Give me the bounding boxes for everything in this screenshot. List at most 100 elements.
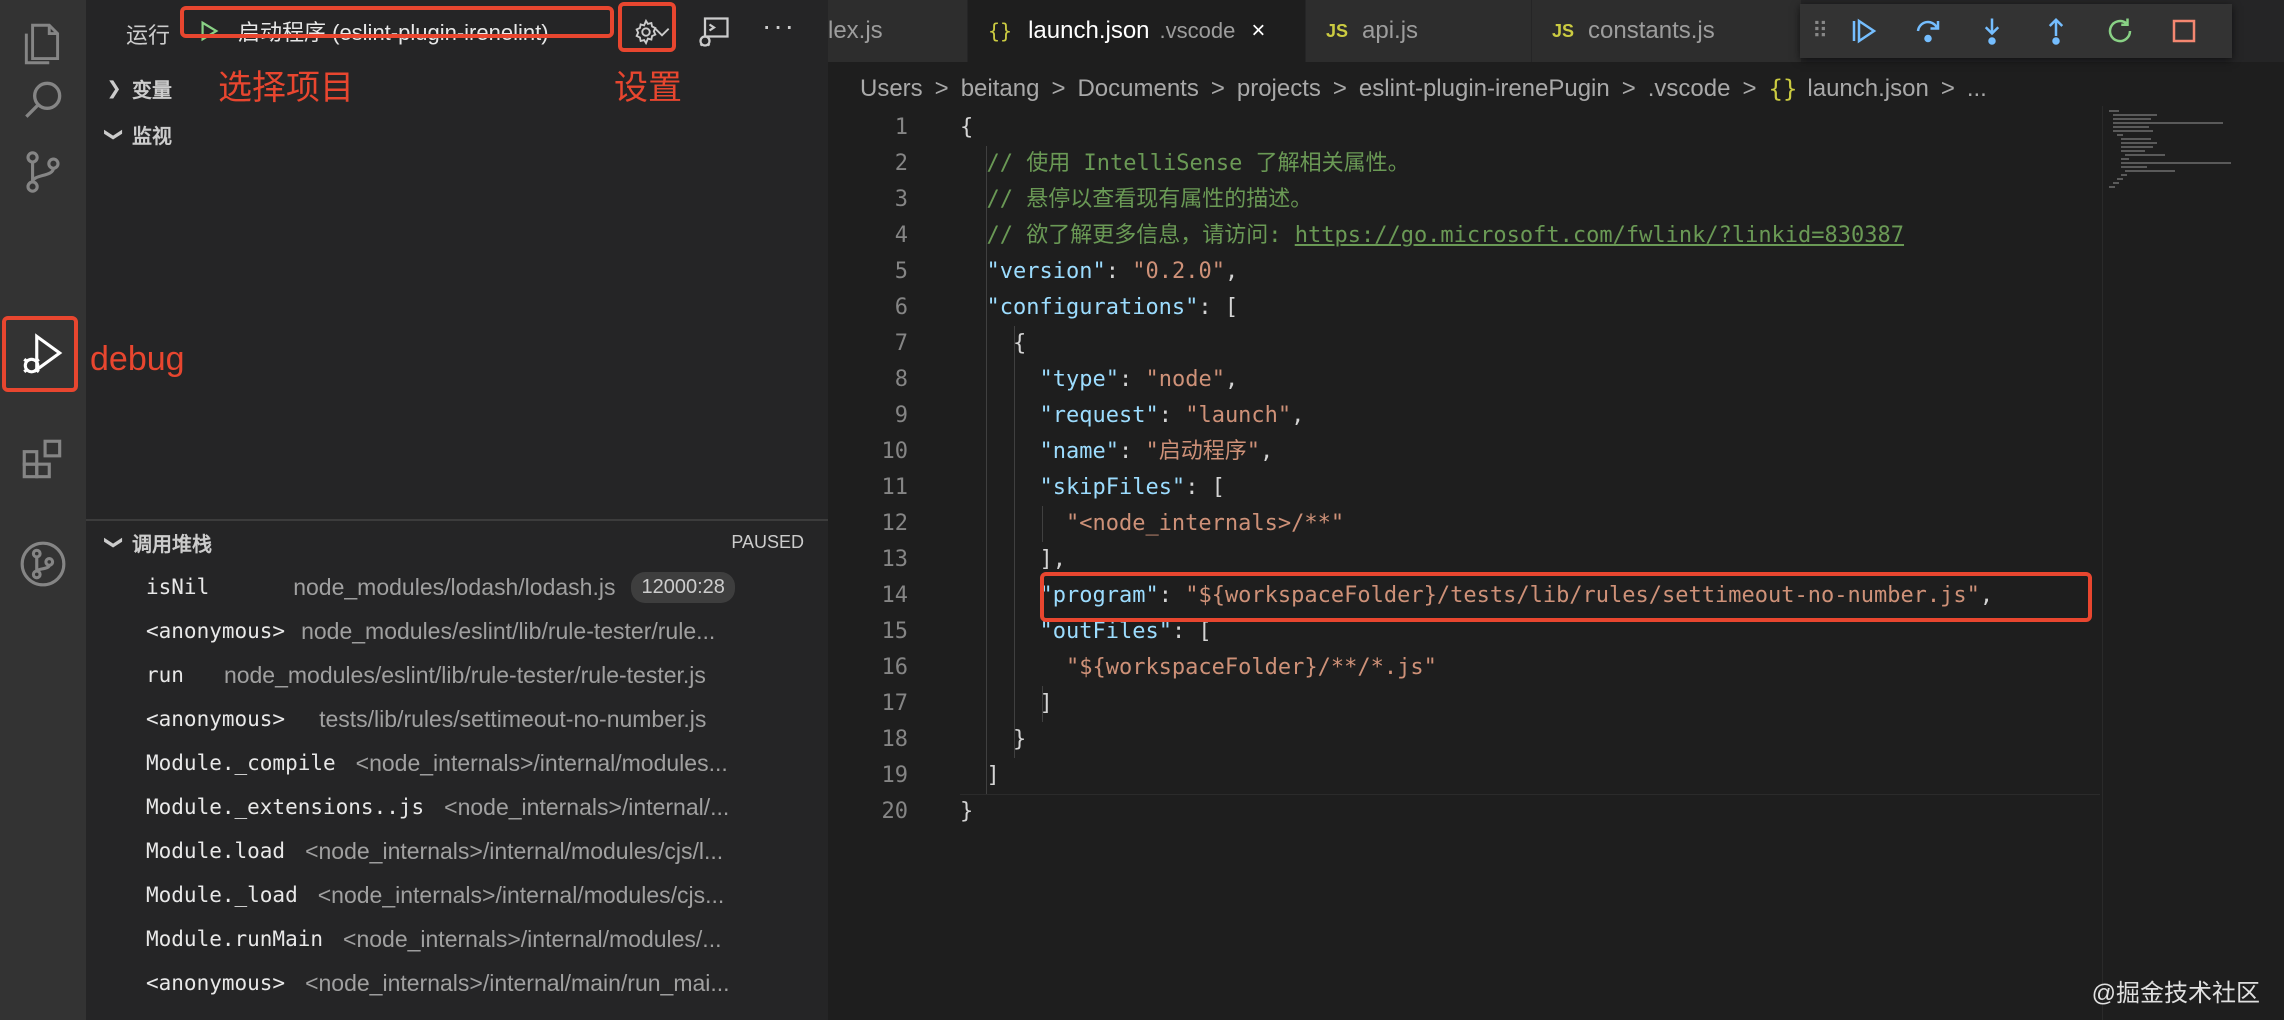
drag-handle-icon[interactable]: ⠿: [1812, 18, 1832, 44]
stack-frame[interactable]: Module._load <node_internals>/internal/mo…: [86, 873, 828, 917]
step-into-button[interactable]: [1960, 9, 2024, 53]
line-number: 13: [881, 547, 909, 572]
step-over-button[interactable]: [1896, 9, 1960, 53]
line-number: 4: [894, 223, 908, 248]
stack-frame[interactable]: Module.load <node_internals>/internal/mod…: [86, 829, 828, 873]
minimap[interactable]: [2102, 106, 2232, 1020]
code-line[interactable]: 6 "configurations": [: [828, 290, 2108, 326]
code-link[interactable]: https://go.microsoft.com/fwlink/?linkid=…: [1295, 223, 1904, 248]
code-line[interactable]: 19 ]: [828, 758, 2108, 794]
stack-frame[interactable]: Module._extensions..js <node_internals>/i…: [86, 785, 828, 829]
program-line-highlight: [1040, 572, 2092, 622]
watch-section-header[interactable]: ❯ 监视: [86, 114, 828, 154]
code-line[interactable]: 5 "version": "0.2.0",: [828, 254, 2108, 290]
code-text: "skipFiles": [: [960, 470, 1224, 506]
call-stack-section-header[interactable]: ❯ 调用堆栈 PAUSED: [86, 522, 828, 562]
code-token: "launch": [1185, 403, 1292, 428]
line-number: 2: [894, 151, 908, 176]
tab-label: constants.js: [1588, 17, 1715, 44]
stack-frame[interactable]: run node_modules/eslint/lib/rule-tester/r…: [86, 653, 828, 697]
stack-frame[interactable]: <anonymous> tests/lib/rules/settimeout-no…: [86, 697, 828, 741]
code-token: "skipFiles": [1039, 475, 1186, 500]
code-line[interactable]: 3 // 悬停以查看现有属性的描述。: [828, 182, 2108, 218]
stack-frame[interactable]: isNil node_modules/lodash/lodash.js 12000:…: [86, 565, 828, 609]
stack-frame[interactable]: Module._compile <node_internals>/internal…: [86, 741, 828, 785]
variables-title: 变量: [132, 79, 172, 102]
stack-frame[interactable]: <anonymous> <node_internals>/internal/mai…: [86, 961, 828, 1005]
line-number: 3: [894, 187, 908, 212]
code-token: ]: [960, 763, 1000, 788]
frame-file: node_modules/eslint/lib/rule-tester/rule…: [223, 661, 706, 688]
stack-frame[interactable]: Module.runMain <node_internals>/internal/…: [86, 917, 828, 961]
line-number: 17: [881, 691, 909, 716]
continue-button[interactable]: [1832, 9, 1896, 53]
line-number: 9: [894, 403, 908, 428]
line-number: 18: [881, 727, 909, 752]
code-line[interactable]: 9 "request": "launch",: [828, 398, 2108, 434]
code-line[interactable]: 1{: [828, 110, 2108, 146]
code-line[interactable]: 17 ]: [828, 686, 2108, 722]
code-token: :: [1105, 259, 1133, 284]
code-token: ]: [960, 691, 1053, 716]
line-number: 8: [894, 367, 908, 392]
git-graph-icon[interactable]: [0, 524, 86, 604]
chevron-down-icon: ❯: [104, 534, 125, 550]
code-text: // 欲了解更多信息，请访问: https://go.microsoft.com…: [960, 218, 1905, 254]
code-line[interactable]: 12 "<node_internals>/**": [828, 506, 2108, 542]
code-line[interactable]: 2 // 使用 IntelliSense 了解相关属性。: [828, 146, 2108, 182]
breadcrumb-item[interactable]: .vscode: [1648, 75, 1731, 103]
restart-button[interactable]: [2088, 9, 2152, 53]
variables-section-header[interactable]: ❯ 变量: [86, 68, 828, 108]
line-number: 14: [881, 583, 909, 608]
source-control-icon[interactable]: [0, 132, 86, 212]
breadcrumb-item[interactable]: launch.json: [1807, 75, 1928, 103]
debug-toolbar[interactable]: ⠿: [1800, 4, 2232, 58]
code-line[interactable]: 20}: [828, 794, 2108, 830]
breadcrumb-item[interactable]: ...: [1967, 75, 1987, 103]
js-file-icon: JS: [1552, 20, 1575, 41]
stack-frame[interactable]: <anonymous> node_modules/eslint/lib/rule-…: [86, 609, 828, 653]
breadcrumb-item[interactable]: beitang: [961, 75, 1040, 103]
more-actions-icon[interactable]: ···: [762, 10, 796, 42]
code-token: // 使用 IntelliSense 了解相关属性。: [986, 151, 1410, 176]
line-number: 6: [894, 295, 908, 320]
code-token: : [: [1198, 295, 1239, 320]
chevron-right-icon: >: [1210, 75, 1225, 102]
breadcrumb-item[interactable]: Documents: [1077, 75, 1198, 103]
code-line[interactable]: 7 {: [828, 326, 2108, 362]
tab-label: launch.json: [1028, 17, 1150, 44]
breadcrumb-item[interactable]: projects: [1237, 75, 1321, 103]
section-divider: [86, 519, 828, 521]
extensions-icon[interactable]: [0, 420, 86, 500]
code-line[interactable]: 11 "skipFiles": [: [828, 470, 2108, 506]
tab-launch-json[interactable]: {} launch.json .vscode ×: [968, 0, 1306, 62]
close-icon[interactable]: ×: [1251, 17, 1265, 45]
stop-button[interactable]: [2152, 9, 2216, 53]
code-line[interactable]: 16 "${workspaceFolder}/**/*.js": [828, 650, 2108, 686]
code-line[interactable]: 10 "name": "启动程序",: [828, 434, 2108, 470]
step-out-button[interactable]: [2024, 9, 2088, 53]
settings-highlight: [618, 2, 676, 52]
code-token: : [: [1171, 619, 1212, 644]
frame-function: Module.load: [146, 839, 286, 863]
tab-api-js[interactable]: JS api.js: [1306, 0, 1532, 62]
continue-icon: [1852, 18, 1877, 44]
breadcrumb-item[interactable]: Users: [860, 75, 923, 103]
search-icon[interactable]: [0, 60, 86, 140]
code-text: // 使用 IntelliSense 了解相关属性。: [960, 146, 1410, 182]
settings-annotation: 设置: [614, 69, 682, 107]
code-token: ,: [1224, 367, 1239, 392]
breadcrumb-item[interactable]: eslint-plugin-irenePugin: [1359, 75, 1610, 103]
frame-function: <anonymous>: [146, 971, 286, 995]
frame-function: Module._compile: [146, 751, 336, 775]
debug-console-icon[interactable]: [696, 14, 732, 50]
code-line[interactable]: 8 "type": "node",: [828, 362, 2108, 398]
code-line[interactable]: 18 }: [828, 722, 2108, 758]
step-over-icon: [1916, 20, 1940, 43]
chevron-right-icon: >: [1332, 75, 1347, 102]
code-line[interactable]: 4 // 欲了解更多信息，请访问: https://go.microsoft.c…: [828, 218, 2108, 254]
tab-lex-js[interactable]: lex.js: [828, 0, 968, 62]
tab-constants-js[interactable]: JS constants.js: [1532, 0, 1802, 62]
